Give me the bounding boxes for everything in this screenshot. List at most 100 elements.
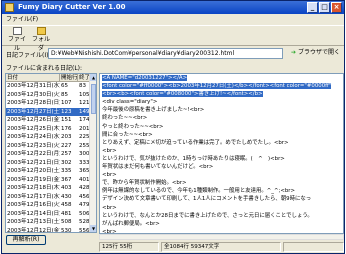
list-cell-date: 2003年12月18日(木): [7, 185, 60, 191]
list-item[interactable]: 2003年12月19日(金) 367 401: [6, 176, 96, 185]
list-item[interactable]: 2003年12月28日(日) 107 121: [6, 99, 96, 108]
open-file-button[interactable]: ファイル: [6, 27, 28, 52]
list-cell-date: 2003年12月13日(土): [7, 219, 60, 225]
list-cell-date: 2003年12月23日(火): [7, 142, 60, 149]
text-line: 間に合った~~<br>: [102, 131, 153, 138]
path-field[interactable]: D:¥Web¥Nishishi.DotCom¥personal¥diary¥di…: [48, 48, 283, 59]
list-cell-date: 2003年12月17日(水): [7, 193, 60, 200]
open-in-browser-button[interactable]: ➔ ブラウザで開く: [289, 48, 342, 60]
list-item[interactable]: 2003年12月30日(火) 85 105: [6, 91, 96, 100]
status-bar: 125行 55桁 全1084行 59347文字: [99, 242, 344, 253]
list-cell-date: 2003年12月22日(月): [7, 151, 60, 157]
status-empty: [283, 242, 344, 252]
list-item[interactable]: 2003年12月13日(土) 508 528: [6, 218, 96, 227]
list-cell-start: 151: [61, 117, 72, 123]
text-line: やっと終わった~~<br>: [102, 123, 164, 130]
path-label: 日記ファイル(I):: [6, 52, 51, 59]
list-cell-start: 508: [61, 219, 72, 225]
list-item[interactable]: 2003年12月24日(水) 203 225: [6, 133, 96, 142]
maximize-button[interactable]: □: [319, 2, 330, 13]
list-cell-start: 176: [61, 125, 72, 132]
diary-text-area[interactable]: <A NAME="d20031227"></A> <font color="#ff…: [99, 73, 344, 234]
list-cell-date: 2003年12月27日(土): [7, 108, 60, 115]
window-title: Fumy Diary Cutter Ver 1.00: [18, 3, 126, 11]
text-line-selected: <br><b><font color="#008000">書き上げ!~</fon…: [102, 91, 263, 98]
menu-bar: ファイル(F): [2, 14, 344, 25]
list-cell-date: 2003年12月25日(木): [7, 125, 60, 132]
list-cell-start: 335: [61, 168, 72, 174]
list-cell-date: 2003年12月24日(水): [7, 134, 60, 140]
text-line: <br>: [102, 147, 117, 154]
list-cell-date: 2003年12月28日(日): [7, 100, 60, 106]
diary-list[interactable]: 日付 開始行 終了行 2003年12月31日(水) 65 83 2003年12月30日…: [5, 73, 97, 233]
list-item[interactable]: 2003年12月12日(金) 530 556: [6, 227, 96, 233]
path-row: 日記ファイル(I): D:¥Web¥Nishishi.DotCom¥person…: [2, 47, 344, 61]
list-item[interactable]: 2003年12月23日(火) 227 255: [6, 142, 96, 151]
text-line: というわけで、気が抜けたのか、1時ちっけ時あたりは寝眠。(￣^￣)<br>: [102, 155, 285, 162]
list-item[interactable]: 2003年12月17日(水) 430 456: [6, 193, 96, 202]
close-button[interactable]: ×: [331, 2, 342, 13]
menu-file[interactable]: ファイル(F): [6, 16, 38, 23]
list-cell-date: 2003年12月12日(金): [7, 227, 60, 233]
list-cell-start: 85: [61, 91, 68, 98]
text-line-selected: <A NAME="d20031227"></A>: [102, 75, 188, 81]
list-item[interactable]: 2003年12月31日(水) 65 83: [6, 82, 96, 91]
list-item[interactable]: 2003年12月25日(木) 176 201: [6, 125, 96, 134]
text-line: 年賀状はまだ何も書いてないんだけど。<br>: [102, 164, 214, 171]
list-cell-date: 2003年12月31日(水): [7, 83, 60, 89]
list-cell-start: 367: [61, 176, 72, 183]
list-cell-start: 530: [61, 227, 72, 233]
list-item[interactable]: 2003年12月20日(土) 335 365: [6, 167, 96, 176]
list-item[interactable]: 2003年12月27日(土) 123 149: [6, 107, 96, 116]
list-cell-date: 2003年12月20日(土): [7, 168, 60, 174]
text-line: <br>: [102, 172, 117, 179]
text-line: デザイン決めて文章書いて印刷して、1人1人にコメントを手書きしたら、朝9時になっ: [102, 196, 312, 203]
list-item[interactable]: 2003年12月26日(金) 151 174: [6, 116, 96, 125]
toolbar: ファイル フォルダ: [2, 25, 344, 52]
list-cell-start: 107: [61, 100, 72, 106]
list-cell-date: 2003年12月16日(火): [7, 202, 60, 208]
list-cell-date: 2003年12月26日(金): [7, 117, 60, 123]
text-line: <A NAME="d20031227"></A>: [100, 74, 343, 82]
text-line: <br>: [102, 204, 117, 211]
column-header-date[interactable]: 日付: [6, 74, 60, 81]
text-line: 例年は無謀的なしているので、今年も1種類制作。一般用と友達用。^_^;<br>: [102, 188, 295, 195]
scroll-down-icon[interactable]: ▼: [90, 225, 96, 232]
minimize-button[interactable]: _: [307, 2, 318, 13]
list-item[interactable]: 2003年12月14日(日) 481 506: [6, 210, 96, 219]
list-cell-start: 481: [61, 210, 72, 217]
open-folder-button[interactable]: フォルダ: [30, 27, 52, 52]
list-item[interactable]: 2003年12月16日(火) 458 479: [6, 201, 96, 210]
list-cell-date: 2003年12月19日(金): [7, 176, 60, 183]
scroll-thumb[interactable]: [91, 84, 96, 114]
list-scrollbar[interactable]: ▲ ▼: [89, 74, 96, 232]
column-header-start[interactable]: 開始行: [60, 74, 78, 81]
text-line: がんばれ郵便局。<br>: [102, 220, 160, 227]
text-line: というわけで、なんとか28日までに書き上げたので、さっと元日に届くことでしょう。: [102, 212, 313, 219]
list-cell-date: 2003年12月21日(日): [7, 159, 60, 166]
scroll-up-icon[interactable]: ▲: [90, 74, 96, 81]
list-item[interactable]: 2003年12月22日(月) 257 300: [6, 150, 96, 159]
text-line: とりあえず、定稿にメ切が迫っている作業は完了。めでたしめでたし。<br>: [102, 139, 289, 146]
list-item[interactable]: 2003年12月21日(日) 302 333: [6, 159, 96, 168]
list-cell-start: 257: [61, 151, 72, 157]
folder-icon: [36, 27, 46, 35]
text-line: <br><b><font color="#008000">書き上げ!~</fon…: [100, 90, 343, 98]
list-cell-date: 2003年12月30日(火): [7, 91, 60, 98]
diary-list-label: ファイルに含まれる日記(L):: [6, 65, 83, 72]
list-cell-start: 123: [61, 108, 72, 115]
text-line-selected: <font color="#ff0000"><b>2003年12月27日(土)<…: [102, 83, 332, 90]
text-hscrollbar[interactable]: [99, 234, 344, 240]
reparse-button[interactable]: 再解析(R): [6, 235, 46, 245]
list-cell-start: 430: [61, 193, 72, 200]
app-icon: [5, 3, 14, 12]
list-cell-start: 203: [61, 134, 72, 140]
list-item[interactable]: 2003年12月18日(木) 403 428: [6, 184, 96, 193]
list-cell-start: 458: [61, 202, 72, 208]
title-bar[interactable]: Fumy Diary Cutter Ver 1.00 _ □ ×: [2, 1, 344, 14]
list-cell-start: 403: [61, 185, 72, 191]
open-in-browser-label: ブラウザで開く: [297, 49, 340, 56]
status-position: 125行 55桁: [99, 242, 159, 252]
file-icon: [12, 27, 22, 35]
arrow-right-icon: ➔: [291, 49, 297, 56]
